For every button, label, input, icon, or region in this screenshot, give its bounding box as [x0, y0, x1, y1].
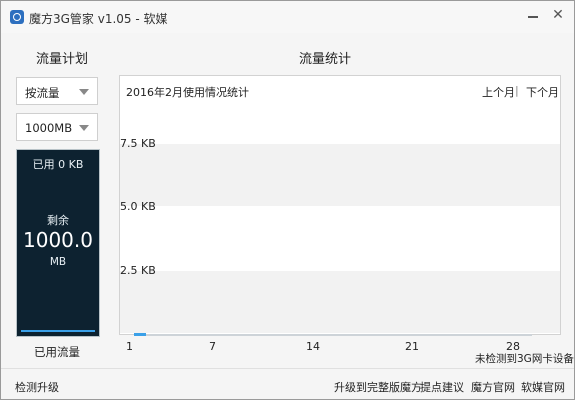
- plan-section-title: 流量计划: [36, 52, 89, 67]
- plan-mode-select[interactable]: 按流量: [16, 77, 98, 105]
- y-tick-label: 5.0 KB: [120, 200, 156, 213]
- chevron-down-icon: [79, 125, 89, 131]
- chart-baseline: [134, 334, 532, 336]
- meter-used-text: 已用 0 KB: [32, 158, 84, 171]
- app-logo-icon: [10, 10, 24, 24]
- minimize-button[interactable]: [523, 6, 543, 24]
- traffic-meter: 已用 0 KB 剩余 1000.0 MB: [16, 149, 100, 337]
- footer-divider: [1, 368, 574, 369]
- meter-usage-bar: [21, 330, 95, 332]
- ruanmei-site-link[interactable]: 软媒官网: [521, 379, 565, 395]
- official-site-link[interactable]: 魔方官网: [471, 379, 515, 395]
- meter-remain-value: 1000.0: [23, 228, 93, 252]
- x-tick-label: 14: [306, 340, 320, 353]
- window-title: 魔方3G管家 v1.05 - 软媒: [29, 12, 168, 26]
- check-update-link[interactable]: 检测升级: [15, 379, 59, 395]
- feedback-link[interactable]: 提点建议: [420, 379, 464, 395]
- month-separator: |: [515, 84, 519, 97]
- used-traffic-label: 已用流量: [34, 345, 80, 359]
- meter-remain-label: 剩余: [47, 214, 69, 227]
- title-bar[interactable]: 魔方3G管家 v1.05 - 软媒 ✕: [1, 1, 574, 33]
- chart-baseline-marker: [134, 333, 146, 336]
- chevron-down-icon: [79, 89, 89, 95]
- x-tick-label: 21: [405, 340, 419, 353]
- usage-chart: 2016年2月使用情况统计 上个月 | 下个月 7.5 KB 5.0 KB 2.…: [119, 75, 561, 336]
- stats-section-title: 流量统计: [299, 52, 352, 67]
- x-tick-label: 1: [126, 340, 133, 353]
- next-month-link[interactable]: 下个月: [526, 84, 559, 100]
- device-status-text: 未检测到3G网卡设备: [475, 353, 574, 365]
- prev-month-link[interactable]: 上个月: [482, 84, 515, 100]
- plan-mode-value: 按流量: [25, 86, 60, 100]
- chart-grid-band: [120, 271, 560, 333]
- x-tick-label: 7: [209, 340, 216, 353]
- upgrade-full-link[interactable]: 升级到完整版魔方: [334, 379, 422, 395]
- chart-title: 2016年2月使用情况统计: [126, 86, 249, 99]
- chart-grid-band: [120, 144, 560, 206]
- app-window: 魔方3G管家 v1.05 - 软媒 ✕ 流量计划 按流量 1000MB 已用 0…: [0, 0, 575, 400]
- y-tick-label: 2.5 KB: [120, 264, 156, 277]
- y-tick-label: 7.5 KB: [120, 137, 156, 150]
- meter-unit: MB: [49, 256, 67, 268]
- close-button[interactable]: ✕: [548, 6, 568, 24]
- plan-amount-value: 1000MB: [25, 121, 73, 135]
- plan-amount-select[interactable]: 1000MB: [16, 113, 98, 141]
